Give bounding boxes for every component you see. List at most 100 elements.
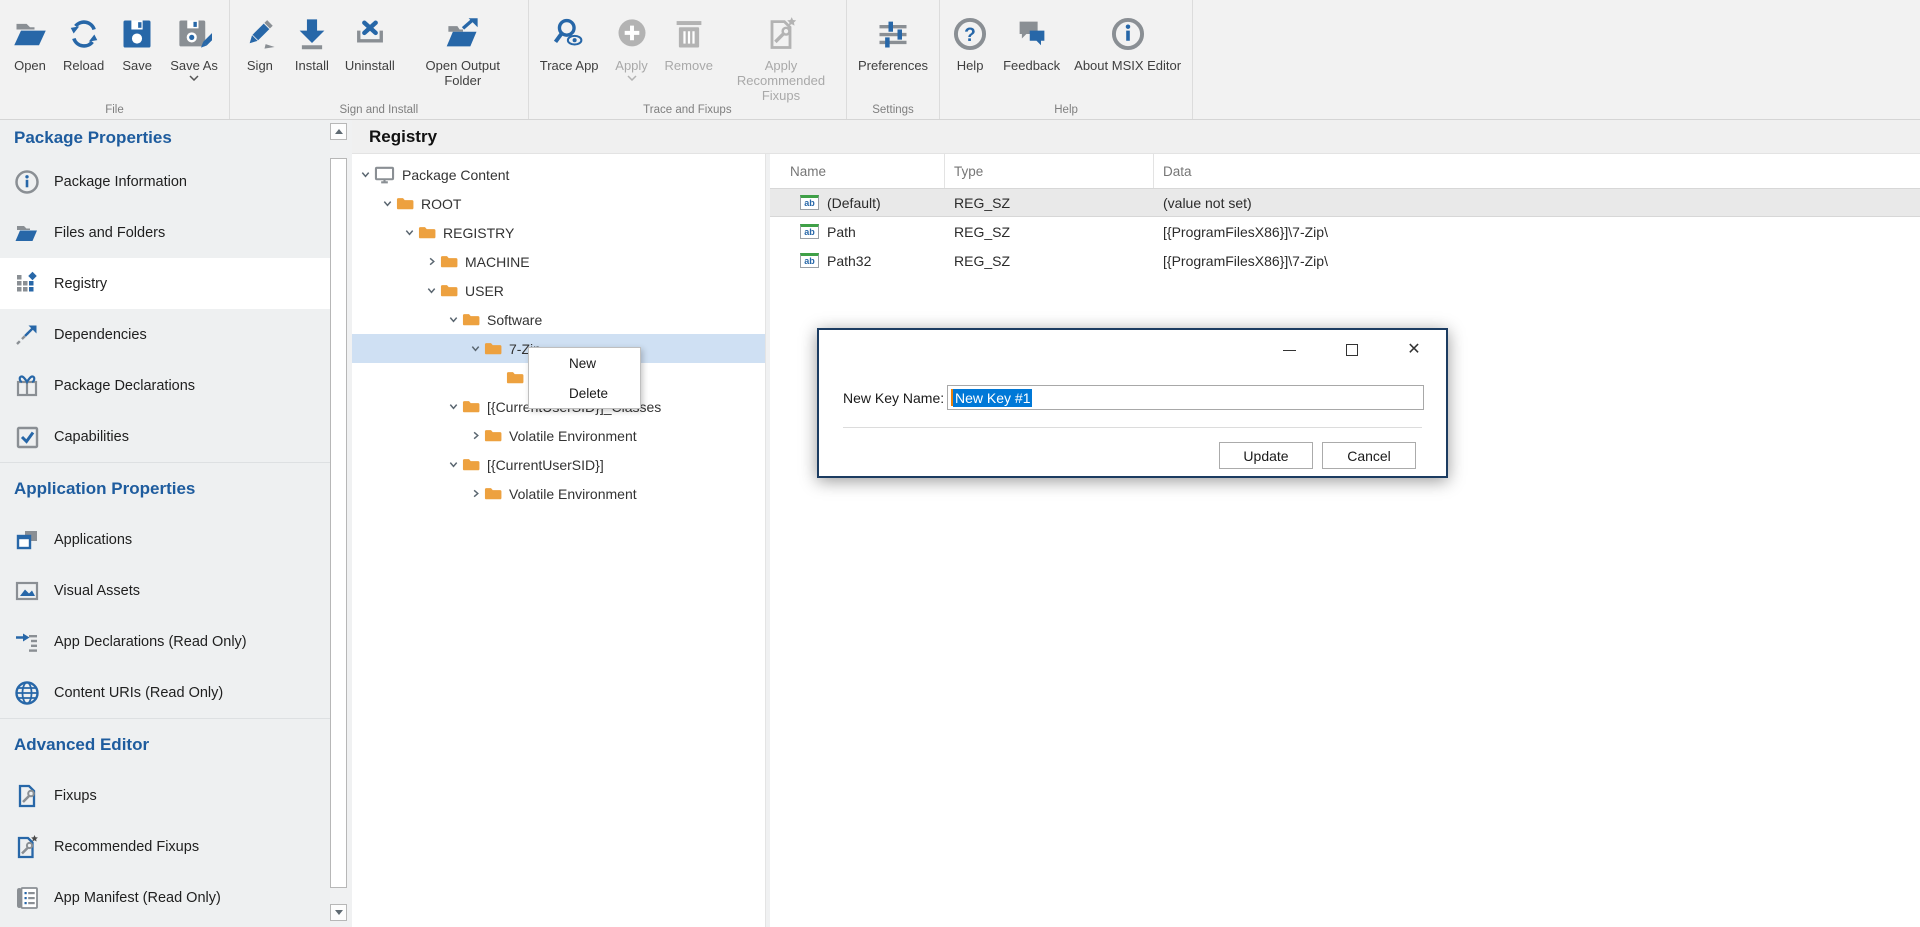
open-output-folder-icon xyxy=(445,10,481,58)
minimize-button[interactable] xyxy=(1275,336,1303,364)
about-msix-editor-button[interactable]: About MSIX Editor xyxy=(1067,4,1188,101)
ribbon-group-help: ? Help Feedback About MSIX Editor Help xyxy=(940,0,1193,119)
info-circle-icon xyxy=(1110,10,1146,58)
scroll-up-button[interactable] xyxy=(330,123,347,140)
sidebar-item-package-declarations[interactable]: Package Declarations xyxy=(0,360,330,411)
table-row-path[interactable]: ab Path REG_SZ [{ProgramFilesX86}]\7-Zip… xyxy=(770,217,1920,246)
save-button[interactable]: Save xyxy=(111,4,163,101)
sidebar-item-applications[interactable]: Applications xyxy=(0,514,330,565)
update-button[interactable]: Update xyxy=(1219,442,1313,469)
chevron-right-icon[interactable] xyxy=(467,488,484,499)
table-row-path32[interactable]: ab Path32 REG_SZ [{ProgramFilesX86}]\7-Z… xyxy=(770,246,1920,275)
reg-sz-string-icon: ab xyxy=(800,224,819,239)
chevron-down-icon[interactable] xyxy=(467,343,484,354)
sidebar-item-registry[interactable]: Registry xyxy=(0,258,330,309)
feedback-icon xyxy=(1014,10,1050,58)
sidebar-item-fixups[interactable]: Fixups xyxy=(0,770,330,821)
tree-item-software[interactable]: Software xyxy=(352,305,765,334)
sign-pencil-icon xyxy=(242,10,278,58)
ribbon-group-label: Help xyxy=(940,104,1192,116)
table-row-default[interactable]: ab (Default) REG_SZ (value not set) xyxy=(770,188,1920,217)
save-icon xyxy=(119,10,155,58)
sidebar-item-package-information[interactable]: Package Information xyxy=(0,156,330,207)
context-menu-item-new[interactable]: New xyxy=(529,348,640,378)
sidebar-item-files-and-folders[interactable]: Files and Folders xyxy=(0,207,330,258)
sidebar-item-recommended-fixups[interactable]: Recommended Fixups xyxy=(0,821,330,872)
column-header-type[interactable]: Type xyxy=(945,154,1154,188)
context-menu-item-delete[interactable]: Delete xyxy=(529,378,640,408)
registry-blocks-icon xyxy=(14,271,54,297)
apply-recommended-fixups-button: Apply Recommended Fixups xyxy=(720,4,842,103)
chevron-down-icon[interactable] xyxy=(423,285,440,296)
open-folder-icon xyxy=(12,10,48,58)
chevron-down-icon xyxy=(627,75,637,81)
save-as-button[interactable]: Save As xyxy=(163,4,225,101)
tree-item-package-content[interactable]: Package Content xyxy=(352,160,765,189)
uninstall-button[interactable]: Uninstall xyxy=(338,4,402,101)
image-icon xyxy=(14,578,54,604)
sidebar-item-app-declarations[interactable]: App Declarations (Read Only) xyxy=(0,616,330,667)
sidebar-item-content-uris[interactable]: Content URIs (Read Only) xyxy=(0,667,330,718)
help-icon: ? xyxy=(952,10,988,58)
apply-plus-icon xyxy=(614,10,650,58)
chevron-down-icon[interactable] xyxy=(445,401,462,412)
tree-item-user[interactable]: USER xyxy=(352,276,765,305)
feedback-button[interactable]: Feedback xyxy=(996,4,1067,101)
sign-button[interactable]: Sign xyxy=(234,4,286,101)
chevron-down-icon[interactable] xyxy=(445,314,462,325)
chevron-down-icon[interactable] xyxy=(401,227,418,238)
chevron-down-icon[interactable] xyxy=(445,459,462,470)
ribbon-group-label: Trace and Fixups xyxy=(529,104,846,116)
chevron-down-icon[interactable] xyxy=(379,198,396,209)
apply-label: Apply xyxy=(615,58,648,73)
sidebar-item-visual-assets[interactable]: Visual Assets xyxy=(0,565,330,616)
section-heading-package-properties: Package Properties xyxy=(0,120,330,156)
gift-box-icon xyxy=(14,373,54,399)
scroll-down-button[interactable] xyxy=(330,904,347,921)
trace-app-label: Trace App xyxy=(540,58,599,73)
tree-item-root[interactable]: ROOT xyxy=(352,189,765,218)
tree-item-volatile-environment-2[interactable]: Volatile Environment xyxy=(352,479,765,508)
tree-item-volatile-environment-1[interactable]: Volatile Environment xyxy=(352,421,765,450)
sidebar-item-dependencies[interactable]: Dependencies xyxy=(0,309,330,360)
scrollbar-thumb[interactable] xyxy=(330,158,347,888)
open-button[interactable]: Open xyxy=(4,4,56,101)
page-title: Registry xyxy=(352,127,437,147)
sidebar-item-label: Applications xyxy=(54,532,132,548)
tree-item-currentusersid[interactable]: [{CurrentUserSID}] xyxy=(352,450,765,479)
value-data: [{ProgramFilesX86}]\7-Zip\ xyxy=(1154,224,1920,240)
sidebar-item-app-manifest[interactable]: App Manifest (Read Only) xyxy=(0,872,330,923)
ribbon-group-sign-install: Sign Install Uninstall Open Output Folde… xyxy=(230,0,529,119)
folder-icon xyxy=(418,225,436,240)
sidebar-item-label: Files and Folders xyxy=(54,225,165,241)
svg-text:?: ? xyxy=(964,25,976,46)
sidebar-item-capabilities[interactable]: Capabilities xyxy=(0,411,330,462)
tree-item-machine[interactable]: MACHINE xyxy=(352,247,765,276)
close-button[interactable]: ✕ xyxy=(1400,336,1428,364)
column-header-name[interactable]: Name xyxy=(770,154,945,188)
sidebar-item-label: Package Information xyxy=(54,174,187,190)
globe-icon xyxy=(14,680,54,706)
maximize-button[interactable] xyxy=(1338,336,1366,364)
reload-button[interactable]: Reload xyxy=(56,4,111,101)
open-output-folder-button[interactable]: Open Output Folder xyxy=(402,4,524,101)
tree-item-label: Package Content xyxy=(402,167,509,183)
install-button[interactable]: Install xyxy=(286,4,338,101)
column-header-data[interactable]: Data xyxy=(1154,154,1920,188)
chevron-down-icon[interactable] xyxy=(357,169,374,180)
triangle-down-icon xyxy=(335,910,343,915)
folder-icon xyxy=(484,486,502,501)
trace-app-button[interactable]: Trace App xyxy=(533,4,606,103)
cancel-button[interactable]: Cancel xyxy=(1322,442,1416,469)
preferences-label: Preferences xyxy=(858,58,928,73)
value-data: (value not set) xyxy=(1154,195,1920,211)
preferences-button[interactable]: Preferences xyxy=(851,4,935,101)
page-header: Registry xyxy=(352,120,1920,154)
manifest-scroll-icon xyxy=(14,885,54,911)
help-button[interactable]: ? Help xyxy=(944,4,996,101)
panel-splitter[interactable] xyxy=(765,154,766,927)
chevron-right-icon[interactable] xyxy=(467,430,484,441)
tree-item-registry[interactable]: REGISTRY xyxy=(352,218,765,247)
chevron-right-icon[interactable] xyxy=(423,256,440,267)
new-key-name-input[interactable]: New Key #1 xyxy=(947,385,1424,410)
